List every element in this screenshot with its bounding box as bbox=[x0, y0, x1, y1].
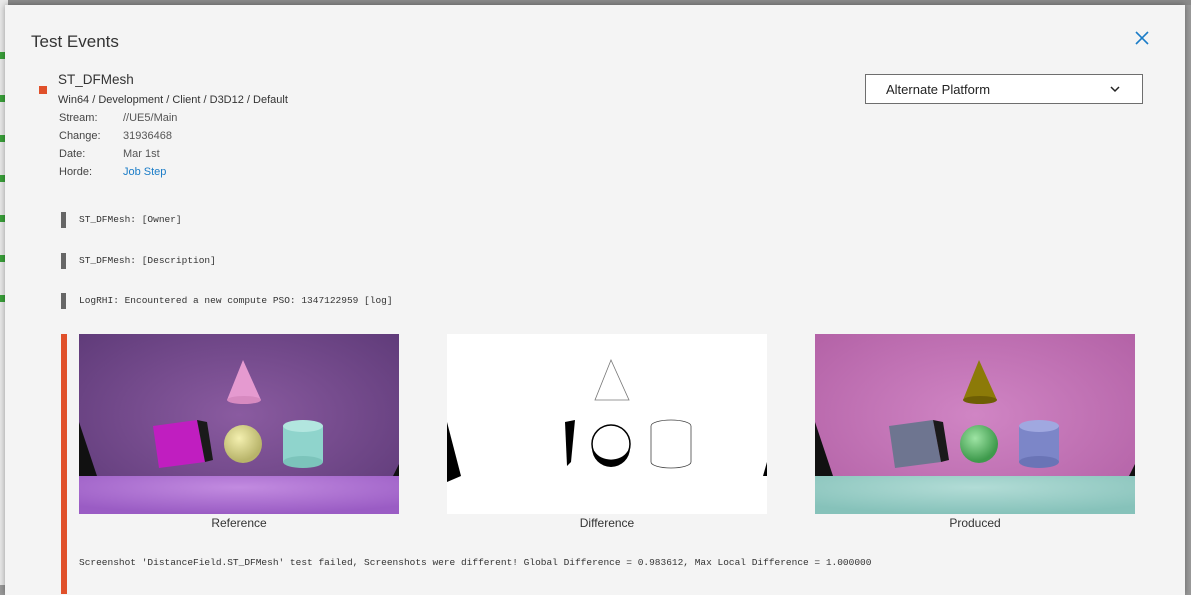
close-button[interactable] bbox=[1132, 28, 1152, 48]
change-label: Change: bbox=[59, 130, 101, 142]
reference-caption: Reference bbox=[211, 516, 267, 530]
log-text: LogRHI: Encountered a new compute PSO: 1… bbox=[79, 295, 393, 306]
stream-value: //UE5/Main bbox=[123, 112, 178, 124]
chevron-down-icon bbox=[1110, 86, 1120, 93]
stream-label: Stream: bbox=[59, 112, 98, 124]
change-value: 31936468 bbox=[123, 130, 172, 142]
log-marker bbox=[61, 253, 66, 269]
dialog-title: Test Events bbox=[31, 32, 119, 51]
horde-label: Horde: bbox=[59, 166, 93, 178]
log-text: ST_DFMesh: [Description] bbox=[79, 255, 216, 266]
platform-dropdown-value: Alternate Platform bbox=[886, 82, 991, 97]
produced-image[interactable] bbox=[815, 334, 1135, 514]
test-name: ST_DFMesh bbox=[58, 72, 134, 87]
produced-caption: Produced bbox=[949, 516, 1001, 530]
close-icon bbox=[1135, 31, 1149, 45]
difference-image[interactable] bbox=[447, 334, 767, 514]
horde-job-step-link[interactable]: Job Step bbox=[123, 166, 166, 178]
date-label: Date: bbox=[59, 148, 86, 160]
status-indicator bbox=[39, 86, 47, 94]
failure-message: Screenshot 'DistanceField.ST_DFMesh' tes… bbox=[79, 557, 872, 568]
log-text: ST_DFMesh: [Owner] bbox=[79, 214, 182, 225]
platform-dropdown[interactable]: Alternate Platform bbox=[865, 74, 1143, 104]
reference-image[interactable] bbox=[79, 334, 399, 514]
test-events-dialog: Test Events ST_DFMesh Win64 / Developmen… bbox=[5, 5, 1185, 595]
date-value: Mar 1st bbox=[123, 148, 160, 160]
difference-caption: Difference bbox=[579, 516, 635, 530]
log-marker bbox=[61, 212, 66, 228]
log-marker bbox=[61, 293, 66, 309]
error-marker bbox=[61, 334, 67, 594]
test-platform-meta: Win64 / Development / Client / D3D12 / D… bbox=[58, 94, 288, 106]
